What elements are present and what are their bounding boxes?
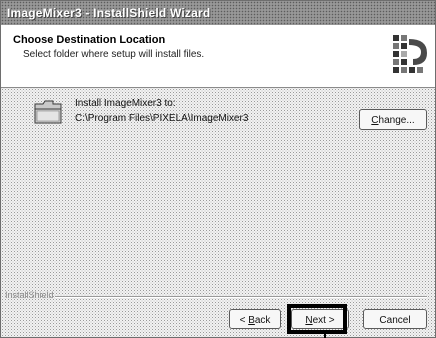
cancel-button[interactable]: Cancel: [363, 309, 427, 329]
installshield-brand-label: InstallShield: [5, 290, 54, 300]
folder-icon: [34, 100, 62, 124]
footer-separator: [55, 296, 427, 298]
header-panel: Choose Destination Location Select folde…: [1, 25, 435, 88]
back-label-rest: ack: [254, 315, 271, 326]
window-title: ImageMixer3 - InstallShield Wizard: [7, 6, 211, 20]
next-button-highlight: [287, 304, 347, 334]
page-subtitle: Select folder where setup will install f…: [23, 49, 205, 60]
install-destination-label: Install ImageMixer3 to:: [75, 98, 176, 109]
back-label-prefix: <: [239, 315, 249, 326]
installshield-wizard-dialog: ImageMixer3 - InstallShield Wizard Choos…: [0, 0, 436, 338]
change-mnemonic: C: [371, 115, 379, 126]
change-button[interactable]: Change...: [359, 109, 427, 130]
install-destination-path: C:\Program Files\PIXELA\ImageMixer3: [75, 113, 249, 124]
installshield-logo-icon: [393, 35, 427, 73]
back-button[interactable]: < Back: [229, 309, 281, 329]
change-label-rest: hange...: [378, 115, 415, 126]
pointer-marker: [324, 332, 326, 338]
page-title: Choose Destination Location: [13, 34, 166, 46]
title-bar[interactable]: ImageMixer3 - InstallShield Wizard: [1, 1, 435, 25]
back-mnemonic: B: [248, 315, 255, 326]
